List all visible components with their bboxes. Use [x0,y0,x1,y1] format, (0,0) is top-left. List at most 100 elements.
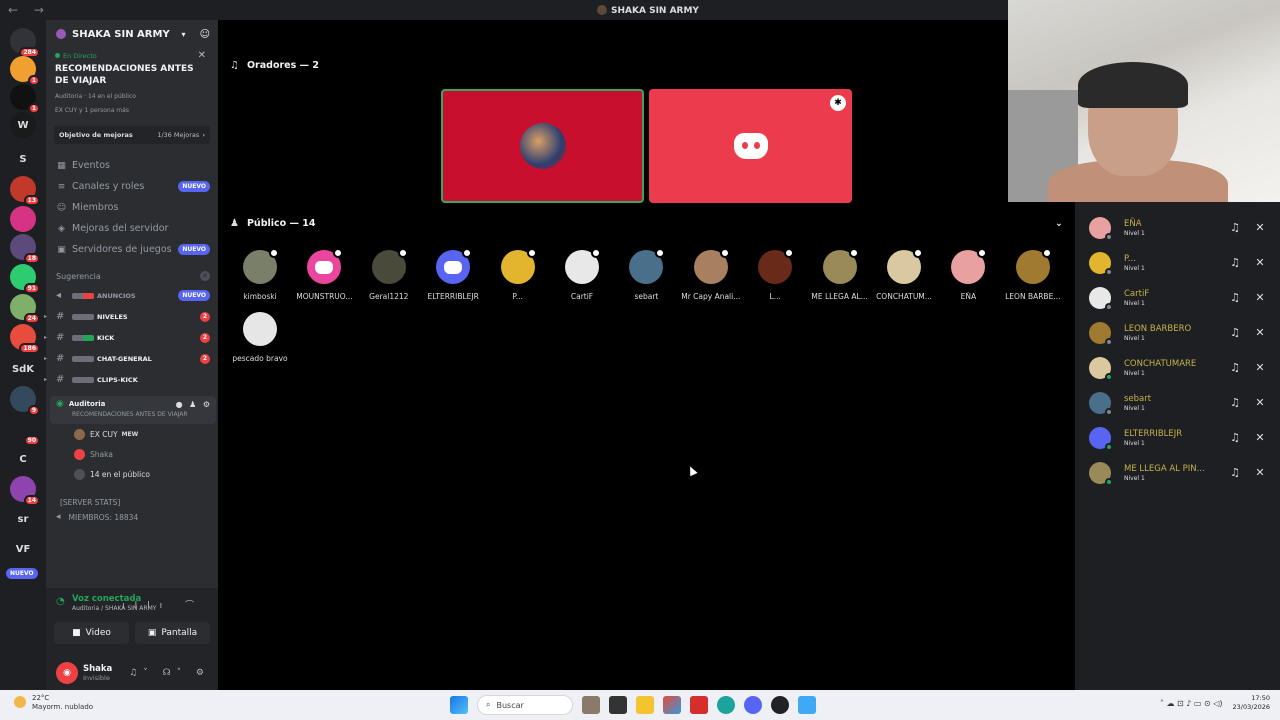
audience-member[interactable]: CartiF [550,248,614,301]
stage-user[interactable]: 14 en el público [46,464,218,484]
server-icon[interactable]: 1 [10,56,40,86]
stage-icon: ◉ [56,399,64,409]
server-icon[interactable]: 91 [10,264,40,294]
channel-item[interactable]: ▸ # KICK 2 [44,327,218,348]
invite-to-speak-icon[interactable]: ♫ [1220,326,1250,339]
task-view-icon[interactable] [609,696,627,714]
server-icon[interactable]: 1 [10,84,40,114]
stage-actions[interactable]: ● ♟ ⚙ [176,400,212,409]
server-icon[interactable]: C [10,446,36,472]
notepad-icon[interactable] [798,696,816,714]
close-icon[interactable]: ✕ [1250,256,1270,269]
tray-icons[interactable]: ˄ ☁ ⊡ ♪ ▭ ⊙ ◁) [1160,699,1223,708]
close-icon[interactable]: ✕ [1250,466,1270,479]
close-icon[interactable]: ✕ [198,50,206,61]
boost-goal[interactable]: Objetivo de mejoras 1/36 Mejoras › [54,126,210,144]
close-icon[interactable]: ✕ [1250,361,1270,374]
server-icon[interactable]: W [10,112,36,138]
channel-item[interactable]: ▸ # NIVELES 2 [44,306,218,327]
speaker-tile[interactable] [441,89,644,203]
clock[interactable]: 17:50 23/03/2026 [1233,694,1270,712]
close-icon[interactable]: ✕ [1250,396,1270,409]
audience-member[interactable]: EÑA [936,248,1000,301]
dismiss-icon[interactable]: ✕ [200,271,210,281]
server-icon[interactable] [10,206,36,232]
server-list: 284 1 1 W S 13 18 91 24 186 SdK 9 90 C 14 sr VF NUEVO [0,20,46,690]
menu-item[interactable]: ☺ Miembros [46,197,218,218]
taskbar-search[interactable]: ⌕ Buscar [477,695,573,715]
server-icon[interactable]: 186 [10,324,40,354]
server-icon[interactable]: 13 [10,176,40,206]
speaker-tile[interactable]: ✱ [649,89,852,203]
category-server-stats[interactable]: [SERVER STATS] [46,484,218,507]
live-stage-card[interactable]: En Directo ✕ RECOMENDACIONES ANTES DE VI… [46,48,218,114]
server-icon[interactable]: S [10,146,36,172]
audience-member[interactable]: L... [743,248,807,301]
discord-icon[interactable] [744,696,762,714]
server-icon[interactable]: 14 [10,476,40,506]
server-icon[interactable]: sr [10,506,36,532]
obs-icon[interactable] [771,696,789,714]
avatar[interactable]: ◉ [56,662,78,684]
chevron-down-icon[interactable]: ⌄ [1055,218,1063,229]
server-icon[interactable]: 24 [10,294,40,324]
menu-item[interactable]: ≡ Canales y roles NUEVO [46,176,218,197]
weather-widget[interactable]: 22°C Mayorm. nublado [14,694,93,712]
copilot-icon[interactable] [663,696,681,714]
menu-item[interactable]: ▦ Eventos [46,155,218,176]
server-icon[interactable]: 90 [10,416,40,446]
server-icon[interactable]: 18 [10,234,40,264]
channel-item[interactable]: ▸ # CLIPS-KICK [44,369,218,390]
audience-member[interactable]: P... [486,248,550,301]
invite-to-speak-icon[interactable]: ♫ [1220,291,1250,304]
server-icon[interactable]: SdK [10,356,36,382]
channel-item[interactable]: ▸ # CHAT-GENERAL 2 [44,348,218,369]
server-icon[interactable]: 9 [10,386,40,416]
guild-header[interactable]: SHAKA SIN ARMY ▾ ☺ [46,20,218,48]
windows-start-icon[interactable] [450,696,468,714]
audience-member[interactable]: Mr Capy Anali... [679,248,743,301]
audience-member[interactable]: CONCHATUM... [872,248,936,301]
voice-actions[interactable]: ıllı ⌒ [122,598,204,611]
channel-item[interactable]: ◂ ANUNCIOS NUEVO [46,285,218,306]
edge-icon[interactable] [717,696,735,714]
wps-icon[interactable] [690,696,708,714]
close-icon[interactable]: ✕ [1250,431,1270,444]
audience-member[interactable]: ELTERRIBLEJR [421,248,485,301]
invite-to-speak-icon[interactable]: ♫ [1220,256,1250,269]
stage-user[interactable]: Shaka [46,444,218,464]
close-icon[interactable]: ✕ [1250,221,1270,234]
audience-header[interactable]: ♟ Público — 14 ⌄ [230,218,1063,229]
close-icon[interactable]: ✕ [1250,291,1270,304]
audience-member[interactable]: Geral1212 [357,248,421,301]
invite-to-speak-icon[interactable]: ♫ [1220,221,1250,234]
screen-share-button[interactable]: ▣ Pantalla [135,622,210,644]
invite-to-speak-icon[interactable]: ♫ [1220,396,1250,409]
request-info: CartiF Nivel 1 [1124,289,1220,307]
menu-item[interactable]: ◈ Mejoras del servidor [46,218,218,239]
close-icon[interactable]: ✕ [1250,326,1270,339]
audience-member[interactable]: MOUNSTRUO... [292,248,356,301]
audience-member[interactable]: kimboski [228,248,292,301]
video-button[interactable]: ■ Video [54,622,129,644]
invite-to-speak-icon[interactable]: ♫ [1220,431,1250,444]
stat-members[interactable]: ◂ MIEMBROS: 18834 [46,507,218,527]
user-controls[interactable]: ♫˅ ☊˅ ⚙ [129,668,210,678]
invite-to-speak-icon[interactable]: ♫ [1220,466,1250,479]
audience-member[interactable]: pescado bravo [228,312,292,363]
menu-item[interactable]: ▣ Servidores de juegos NUEVO [46,239,218,260]
stage-user[interactable]: EX CUY MEW [46,424,218,444]
audience-member[interactable]: LEON BARBE... [1001,248,1065,301]
audience-name: kimboski [243,292,277,301]
stage-channel[interactable]: ◉ Auditoria RECOMENDACIONES ANTES DE VIAJ… [50,396,216,424]
server-icon[interactable]: VF [10,536,36,562]
server-icon[interactable]: 284 [10,28,40,58]
menu-item-label: Miembros [72,202,119,213]
chevron-down-icon[interactable]: ▾ [182,30,186,39]
add-member-icon[interactable]: ☺ [200,29,210,40]
invite-to-speak-icon[interactable]: ♫ [1220,361,1250,374]
audience-member[interactable]: sebart [614,248,678,301]
audience-member[interactable]: ME LLEGA AL... [808,248,872,301]
explorer-icon[interactable] [636,696,654,714]
app-icon[interactable] [582,696,600,714]
